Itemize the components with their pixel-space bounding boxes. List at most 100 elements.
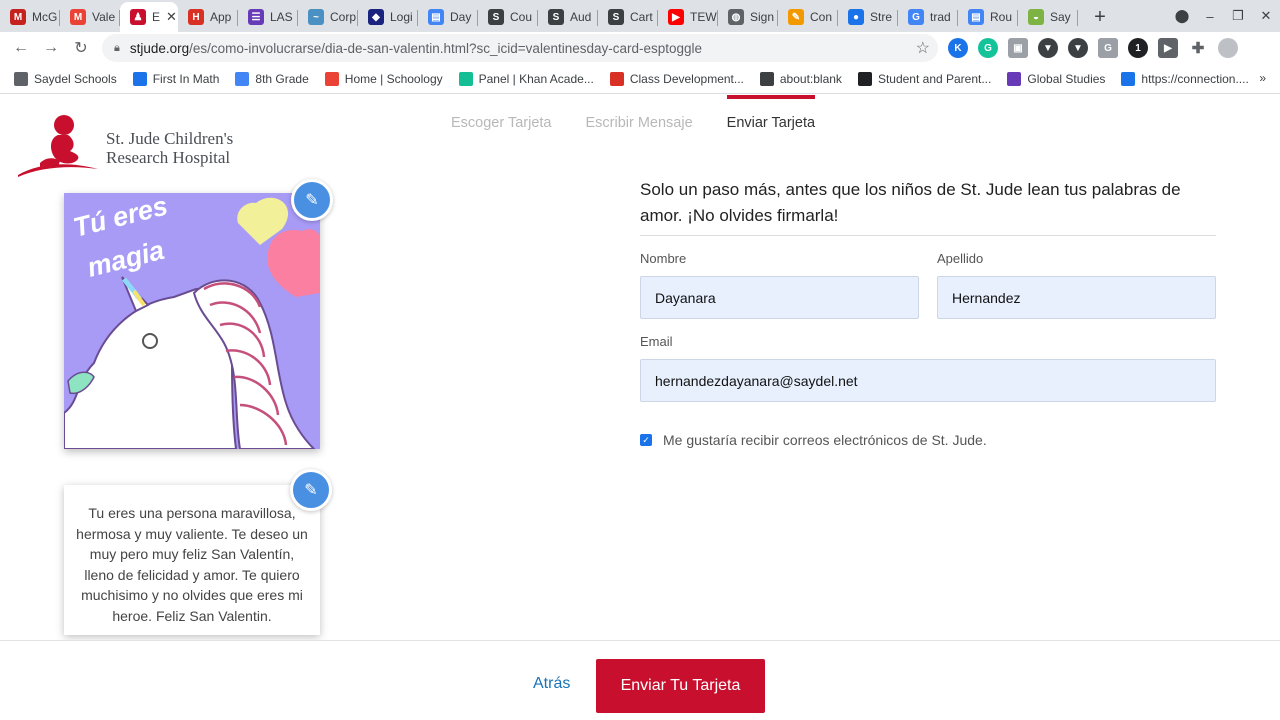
- forward-arrow-icon[interactable]: →: [36, 39, 66, 57]
- restore-icon[interactable]: ❐: [1224, 8, 1252, 24]
- email-field[interactable]: hernandezdayanara@saydel.net: [640, 359, 1216, 402]
- reload-icon[interactable]: ↻: [66, 38, 96, 58]
- stjude-icon: ♟: [130, 9, 146, 25]
- docs-icon: ▤: [968, 9, 984, 25]
- corp-icon: ~: [308, 9, 324, 25]
- bookmark-item[interactable]: Class Development...: [609, 71, 744, 86]
- bookmark-item[interactable]: Global Studies: [1007, 71, 1105, 86]
- bookmark-item[interactable]: about:blank: [759, 71, 842, 86]
- browser-tab[interactable]: S Cou: [478, 2, 538, 32]
- app-icon: H: [188, 9, 204, 25]
- youtube-icon: ▶: [668, 9, 684, 25]
- first-name-label: Nombre: [640, 251, 687, 266]
- browser-tab-label: Con: [810, 10, 833, 24]
- schoology-icon: S: [548, 9, 564, 25]
- logo-line1: St. Jude Children's: [106, 129, 234, 148]
- browser-tab[interactable]: ◒ Say: [1018, 2, 1078, 32]
- browser-tab[interactable]: ▶ TEW: [658, 2, 718, 32]
- browser-tab[interactable]: ✎ Con: [778, 2, 838, 32]
- edit-card-image-button[interactable]: ✎: [291, 179, 333, 221]
- bookmark-favicon-icon: [857, 71, 872, 86]
- browser-tab-label: Day: [450, 10, 472, 24]
- bookmark-item[interactable]: First In Math: [132, 71, 219, 86]
- grammarly-extension-icon[interactable]: G: [978, 38, 998, 58]
- browser-tab-label: Corp: [330, 10, 357, 24]
- browser-tab[interactable]: ♟ E ✕: [120, 2, 178, 32]
- browser-tab[interactable]: M Vale: [60, 2, 120, 32]
- browser-tab[interactable]: ▤ Rou: [958, 2, 1018, 32]
- browser-tab[interactable]: ◆ Logi: [358, 2, 418, 32]
- extension-icon[interactable]: ▣: [1008, 38, 1028, 58]
- card-image: Tú eres magia: [64, 193, 320, 449]
- extension-icon[interactable]: 1: [1128, 38, 1148, 58]
- extensions-area: K G ▣ ▼ ▼ G 1 ▶ ✚: [948, 38, 1238, 58]
- avatar[interactable]: [1218, 38, 1238, 58]
- browser-tab[interactable]: S Cart: [598, 2, 658, 32]
- close-window-icon[interactable]: ✕: [1252, 8, 1280, 24]
- pencil-icon: ✎: [305, 192, 319, 209]
- first-name-field[interactable]: Dayanara: [640, 276, 919, 319]
- minimize-icon[interactable]: –: [1196, 9, 1224, 24]
- google-icon: G: [908, 9, 924, 25]
- url-domain: stjude.org: [129, 40, 190, 56]
- more-bookmarks-icon[interactable]: »: [1259, 71, 1266, 85]
- new-tab-button[interactable]: +: [1084, 2, 1116, 32]
- email-label: Email: [640, 334, 673, 349]
- back-arrow-icon[interactable]: ←: [6, 39, 36, 57]
- browser-tab-label: McG: [32, 10, 58, 24]
- form-title: Solo un paso más, antes que los niños de…: [640, 180, 1181, 225]
- browser-tab-label: Cart: [630, 10, 653, 24]
- back-link[interactable]: Atrás: [533, 675, 570, 693]
- puzzle-icon[interactable]: ✚: [1188, 38, 1208, 58]
- bookmark-label: Panel | Khan Acade...: [478, 71, 594, 86]
- bookmark-item[interactable]: Home | Schoology: [324, 71, 443, 86]
- bookmark-favicon-icon: [759, 71, 774, 86]
- extension-icon[interactable]: ▶: [1158, 38, 1178, 58]
- bookmark-favicon-icon: [235, 71, 250, 86]
- browser-tab[interactable]: S Aud: [538, 2, 598, 32]
- browser-tab[interactable]: H App: [178, 2, 238, 32]
- address-bar[interactable]: 🔒︎ stjude.org/es/como-involucrarse/dia-d…: [102, 34, 938, 62]
- bookmark-favicon-icon: [1121, 71, 1136, 86]
- bookmark-favicon-icon: [609, 71, 624, 86]
- close-tab-icon[interactable]: ✕: [166, 9, 177, 25]
- browser-tab-label: E: [152, 10, 161, 24]
- bookmark-item[interactable]: Panel | Khan Acade...: [458, 71, 594, 86]
- globe-icon: ◍: [728, 9, 744, 25]
- bookmark-item[interactable]: Student and Parent...: [857, 71, 991, 86]
- browser-tab[interactable]: ● Stre: [838, 2, 898, 32]
- bookmark-item[interactable]: Saydel Schools: [14, 71, 117, 86]
- browser-tab-label: Stre: [870, 10, 893, 24]
- browser-tab[interactable]: M McG: [0, 2, 60, 32]
- shield-extension-icon[interactable]: ▼: [1038, 38, 1058, 58]
- step-choose-card[interactable]: Escoger Tarjeta: [451, 95, 551, 141]
- browser-tab[interactable]: ~ Corp: [298, 2, 358, 32]
- shield-extension-icon[interactable]: ▼: [1068, 38, 1088, 58]
- lock-icon: 🔒︎: [114, 41, 120, 54]
- bookmark-item[interactable]: 8th Grade: [235, 71, 309, 86]
- edit-message-button[interactable]: ✎: [290, 469, 332, 511]
- send-card-button[interactable]: Enviar Tu Tarjeta: [596, 659, 765, 713]
- browser-tab[interactable]: Gtrad: [898, 2, 958, 32]
- schoology-icon: S: [488, 9, 504, 25]
- kami-extension-icon[interactable]: K: [948, 38, 968, 58]
- browser-tab-label: LAS: [270, 10, 293, 24]
- last-name-label: Apellido: [937, 251, 984, 266]
- profile-menu-icon[interactable]: ⬤: [1168, 8, 1196, 24]
- extension-icon[interactable]: G: [1098, 38, 1118, 58]
- browser-tab[interactable]: ▤ Day: [418, 2, 478, 32]
- browser-tab-label: Logi: [390, 10, 413, 24]
- email-optin-label[interactable]: Me gustaría recibir correos electrónicos…: [663, 432, 987, 448]
- browser-tab[interactable]: ☰ LAS: [238, 2, 298, 32]
- schoology-icon: S: [608, 9, 624, 25]
- last-name-field[interactable]: Hernandez: [937, 276, 1216, 319]
- stjude-logo[interactable]: St. Jude Children's Research Hospital: [18, 113, 248, 183]
- bookmark-star-icon[interactable]: ☆: [916, 38, 930, 58]
- bookmark-favicon-icon: [1007, 71, 1022, 86]
- bookmark-item[interactable]: https://connection....: [1121, 71, 1249, 86]
- browser-toolbar: ← → ↻ 🔒︎ stjude.org/es/como-involucrarse…: [0, 32, 1280, 64]
- email-optin-checkbox[interactable]: ✓: [640, 434, 652, 446]
- gmail-icon: M: [70, 9, 86, 25]
- step-write-message[interactable]: Escribir Mensaje: [585, 95, 692, 141]
- browser-tab[interactable]: ◍ Sign: [718, 2, 778, 32]
